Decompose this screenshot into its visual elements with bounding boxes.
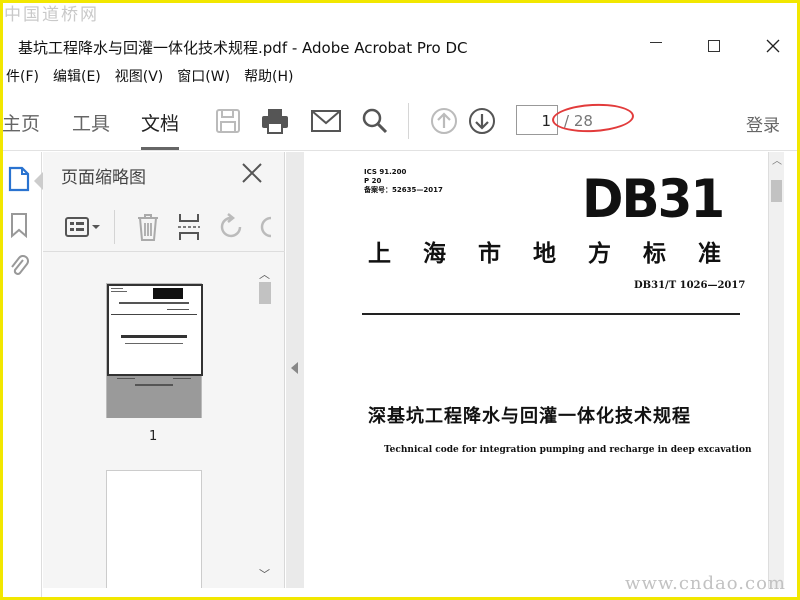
- scroll-up-icon[interactable]: ︿: [259, 266, 270, 282]
- menu-view[interactable]: 视图(V): [115, 66, 164, 92]
- scroll-up-icon[interactable]: ︿: [772, 152, 782, 167]
- panel-toolbar: [43, 202, 285, 252]
- next-page-button[interactable]: [467, 107, 497, 135]
- email-button[interactable]: [311, 107, 341, 135]
- search-button[interactable]: [360, 107, 390, 135]
- navigation-rail: [0, 152, 42, 600]
- email-icon: [311, 110, 341, 132]
- page-up-icon: [431, 108, 457, 134]
- watermark-top: 中国道桥网: [4, 5, 99, 25]
- extract-icon: [178, 214, 200, 240]
- collapse-arrow-icon: [291, 362, 298, 374]
- thumbnail-page-number: 1: [149, 429, 158, 444]
- header-rule: [362, 313, 740, 315]
- login-link[interactable]: 登录: [746, 111, 780, 136]
- thumbnails-scrollbar[interactable]: ︿ ﹀: [258, 262, 272, 584]
- panel-close-button[interactable]: [239, 160, 265, 186]
- panel-toolbar-separator: [114, 210, 115, 244]
- page-thumbnail-2[interactable]: [106, 470, 202, 588]
- toolbar: 主页 工具 文档 1 / 28 登录: [0, 93, 800, 151]
- standard-logo: DB31: [582, 168, 725, 230]
- ics-line: ICS 91.200: [364, 168, 407, 176]
- document-title-en: Technical code for integration pumping a…: [384, 445, 752, 455]
- close-icon: [766, 39, 780, 53]
- document-view[interactable]: ICS 91.200 P 20 备案号：52635—2017 DB31 上海市地…: [304, 152, 768, 588]
- print-button[interactable]: [260, 107, 290, 135]
- panel-collapse-handle[interactable]: [286, 152, 304, 588]
- ics-line: P 20: [364, 177, 382, 185]
- close-icon: [242, 163, 262, 183]
- panel-title: 页面缩略图: [61, 168, 146, 188]
- page-thumbnail-1[interactable]: [106, 283, 203, 418]
- tab-document[interactable]: 文档: [141, 109, 180, 150]
- rotate-clockwise-button[interactable]: [259, 212, 273, 242]
- tab-home[interactable]: 主页: [2, 109, 40, 136]
- scrollbar-thumb[interactable]: [771, 180, 782, 202]
- maximize-button[interactable]: [691, 30, 737, 62]
- thumbnail-1-footer: [117, 378, 191, 386]
- tab-tools[interactable]: 工具: [72, 109, 110, 136]
- document-scrollbar[interactable]: ︿: [768, 152, 784, 588]
- ics-block: ICS 91.200 P 20 备案号：52635—2017: [364, 168, 443, 195]
- attachment-icon: [11, 255, 29, 275]
- minimize-icon: [650, 41, 662, 43]
- watermark-bottom: www.cndao.com: [625, 573, 786, 594]
- maximize-icon: [708, 40, 720, 52]
- attachments-button[interactable]: [8, 254, 30, 280]
- save-button[interactable]: [213, 107, 243, 135]
- minimize-button[interactable]: [633, 30, 679, 62]
- options-menu-button[interactable]: [63, 212, 103, 242]
- window-title: 基坑工程降水与回灌一体化技术规程.pdf - Adobe Acrobat Pro…: [18, 39, 468, 57]
- standard-number: DB31/T 1026—2017: [634, 280, 746, 291]
- menu-file[interactable]: 件(F): [6, 66, 39, 92]
- rotate-clockwise-icon: [260, 216, 272, 238]
- page-thumbnails-button[interactable]: [8, 166, 30, 192]
- menu-edit[interactable]: 编辑(E): [53, 66, 101, 92]
- close-button[interactable]: [750, 30, 796, 62]
- rotate-button[interactable]: [218, 212, 246, 242]
- menu-bar: 件(F) 编辑(E) 视图(V) 窗口(W) 帮助(H): [0, 66, 800, 92]
- options-menu-icon: [65, 217, 100, 237]
- document-title-cn: 深基坑工程降水与回灌一体化技术规程: [368, 406, 691, 427]
- highlight-ellipse: [551, 101, 635, 135]
- search-icon: [362, 108, 388, 134]
- delete-icon: [138, 214, 158, 241]
- page-down-icon: [469, 108, 495, 134]
- delete-button[interactable]: [133, 212, 163, 242]
- scroll-down-icon[interactable]: ﹀: [259, 566, 270, 582]
- menu-window[interactable]: 窗口(W): [177, 66, 230, 92]
- menu-help[interactable]: 帮助(H): [244, 66, 293, 92]
- title-bar: 基坑工程降水与回灌一体化技术规程.pdf - Adobe Acrobat Pro…: [0, 30, 800, 62]
- bookmark-icon: [11, 213, 27, 239]
- page-thumbnails-icon: [8, 166, 30, 192]
- rotate-icon: [220, 213, 242, 238]
- thumbnail-selection: [107, 284, 203, 376]
- scrollbar-thumb[interactable]: [259, 282, 271, 304]
- extract-button[interactable]: [176, 212, 202, 242]
- ics-line: 备案号：52635—2017: [364, 186, 443, 194]
- thumbnails-panel: 页面缩略图 1 ︿ ﹀: [43, 152, 285, 588]
- thumbnail-footer-band: [107, 376, 201, 418]
- rail-pointer: [34, 172, 43, 190]
- save-icon: [216, 109, 240, 133]
- previous-page-button[interactable]: [429, 107, 459, 135]
- local-standard-heading: 上海市地方标准: [368, 241, 753, 267]
- bookmarks-button[interactable]: [8, 212, 30, 239]
- print-icon: [262, 109, 288, 134]
- toolbar-separator: [408, 103, 409, 139]
